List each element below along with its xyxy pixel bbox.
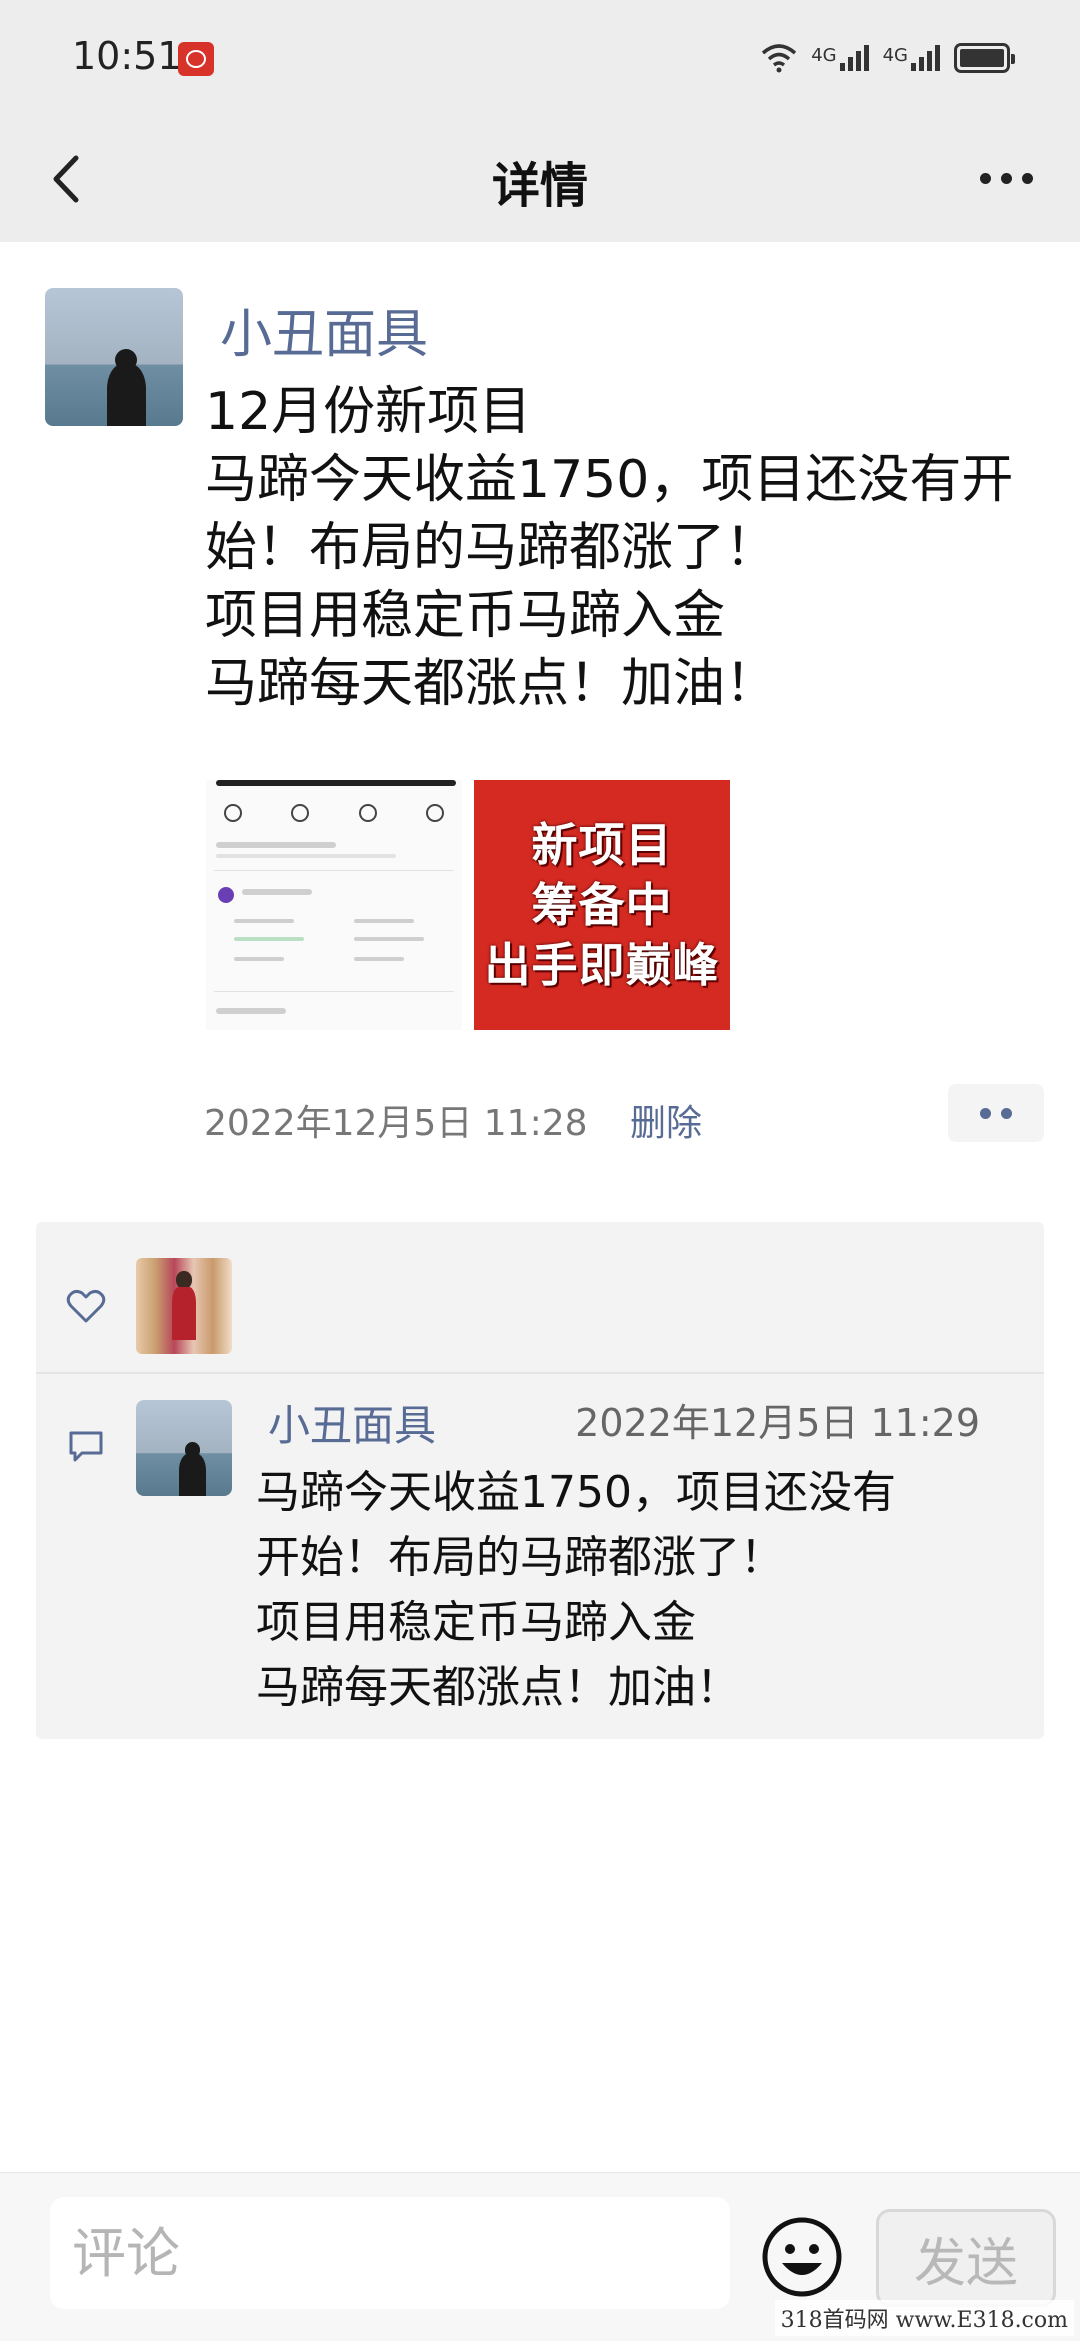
- more-dot-icon: [979, 172, 991, 184]
- comment-input[interactable]: [50, 2197, 730, 2309]
- watermark: 318首码网 www.E318.com: [774, 2300, 1074, 2336]
- poster-line-2: 筹备中: [531, 878, 673, 932]
- menu-dot-icon: [1001, 1107, 1012, 1119]
- like-comment-menu-button[interactable]: [948, 1084, 1044, 1142]
- more-dot-icon: [1021, 172, 1033, 184]
- signal-icon-1: 4G: [811, 45, 869, 71]
- network-type-2: 4G: [882, 45, 908, 66]
- status-indicators: 4G 4G: [761, 38, 1015, 78]
- post-image-screenshot[interactable]: [206, 780, 462, 1030]
- menu-dot-icon: [980, 1107, 991, 1119]
- more-options-button[interactable]: [966, 148, 1046, 208]
- comments-section: 小丑面具 2022年12月5日 11:29 马蹄今天收益1750，项目还没有 开…: [36, 1374, 1044, 1739]
- post-author-name[interactable]: 小丑面具: [220, 292, 428, 367]
- liker-avatar[interactable]: [136, 1258, 232, 1354]
- send-button[interactable]: 发送: [876, 2209, 1056, 2307]
- app-notification-icon: [178, 42, 214, 76]
- more-dot-icon: [1000, 172, 1012, 184]
- status-bar: 10:51 4G 4G: [0, 0, 1080, 120]
- poster-line-3: 出手即巅峰: [484, 938, 720, 992]
- comment-text[interactable]: 马蹄今天收益1750，项目还没有 开始！布局的马蹄都涨了！ 项目用稳定币马蹄入金…: [256, 1460, 1016, 1720]
- comment-timestamp: 2022年12月5日 11:29: [575, 1401, 980, 1445]
- network-type-1: 4G: [811, 45, 837, 66]
- comment-icon: [69, 1431, 103, 1462]
- post-image-poster[interactable]: 新项目 筹备中 出手即巅峰: [474, 780, 730, 1030]
- nav-bar: 详情: [0, 120, 1080, 242]
- post-text: 12月份新项目 马蹄今天收益1750，项目还没有开始！布局的马蹄都涨了！ 项目用…: [205, 382, 1014, 714]
- battery-icon: [954, 43, 1015, 73]
- signal-icon-2: 4G: [883, 45, 940, 71]
- likes-section: [36, 1222, 1044, 1372]
- status-time: 10:51: [72, 34, 182, 78]
- page-title: 详情: [491, 158, 588, 214]
- post-timestamp: 2022年12月5日 11:28: [204, 1103, 588, 1144]
- emoji-icon[interactable]: [760, 2215, 844, 2299]
- poster-line-1: 新项目: [531, 818, 673, 872]
- comment-author-name[interactable]: 小丑面具: [268, 1392, 436, 1453]
- post-author-avatar[interactable]: [45, 288, 183, 426]
- delete-link[interactable]: 删除: [630, 1094, 702, 1146]
- wifi-icon: [762, 44, 797, 73]
- heart-icon: [66, 1289, 106, 1323]
- comment-author-avatar[interactable]: [136, 1400, 232, 1496]
